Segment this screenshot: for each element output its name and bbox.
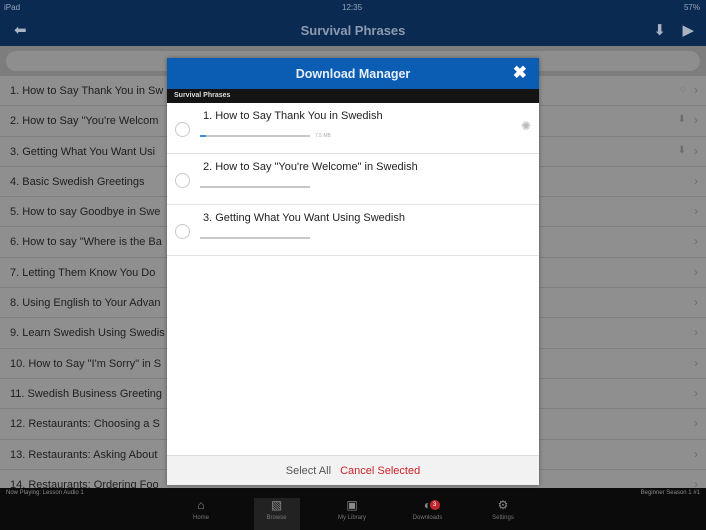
tab-label: Browse [266, 515, 287, 521]
modal-title: Download Manager [295, 67, 411, 81]
device-label: iPad [4, 3, 21, 12]
tab-label: Home [192, 515, 209, 521]
clock: 12:35 [342, 3, 363, 12]
list-item-label: 7. Letting Them Know You Do [10, 266, 156, 279]
spinner-icon: ✺ [520, 119, 531, 133]
battery: 57% [683, 3, 700, 12]
chevron-right-icon: › [694, 234, 698, 249]
chevron-right-icon: › [694, 325, 698, 340]
chevron-right-icon: › [694, 113, 698, 128]
tab-label: My Library [337, 515, 366, 521]
chevron-right-icon: › [694, 173, 698, 188]
chevron-right-icon: › [694, 446, 698, 461]
list-item-label: 12. Restaurants: Choosing a S [10, 418, 160, 431]
list-item-label: 11. Swedish Business Greeting [10, 387, 163, 400]
download-status-icon: ⬇ [677, 144, 686, 156]
list-item-label: 4. Basic Swedish Greetings [10, 175, 145, 188]
tab-settings[interactable]: ⚙ Settings [480, 498, 526, 530]
downloads-badge: 3 [429, 500, 440, 510]
download-item[interactable]: 2. How to Say "You're Welcome" in Swedis… [167, 154, 539, 205]
browse-icon: ▧ [270, 498, 283, 512]
list-item-label: 2. How to Say "You're Welcom [10, 115, 159, 128]
chevron-right-icon: › [694, 83, 698, 97]
cancel-selected-button[interactable]: Cancel Selected [340, 465, 420, 477]
progress-bar [200, 186, 310, 188]
chevron-right-icon: › [694, 264, 698, 279]
download-manager-modal: Download Manager ✖ Survival Phrases 1. H… [167, 58, 539, 485]
list-item-label: 3. Getting What You Want Usi [10, 145, 156, 158]
home-icon: ⌂ [197, 498, 205, 512]
tab-label: Downloads [412, 515, 443, 521]
list-item-label: 8. Using English to Your Advan [10, 297, 161, 310]
chevron-right-icon: › [694, 385, 698, 400]
downloads-icon: ◐ [423, 498, 432, 512]
status-bar: iPad 12:35 57% [0, 0, 706, 14]
progress-bar [200, 135, 310, 137]
section-header: Survival Phrases [167, 89, 539, 103]
tab-browse[interactable]: ▧ Browse [253, 498, 300, 530]
gear-icon: ⚙ [497, 498, 509, 512]
modal-header: Download Manager ✖ [167, 58, 539, 89]
player-bar: Now Playing: Lesson Audio 1 Beginner Sea… [0, 488, 706, 530]
library-icon: ▣ [346, 498, 358, 512]
download-item[interactable]: 1. How to Say Thank You in Swedish 7.5 MB… [167, 103, 539, 154]
tab-downloads[interactable]: ◐ Downloads 3 [405, 498, 451, 530]
download-item[interactable]: 3. Getting What You Want Using Swedish [167, 205, 539, 256]
page-title: Survival Phrases [300, 23, 406, 38]
chevron-right-icon: › [694, 204, 698, 219]
play-icon[interactable]: ▶ [682, 21, 694, 39]
list-item-label: 1. How to Say Thank You in Sw [10, 85, 164, 97]
progress-bar [200, 237, 310, 239]
now-playing[interactable]: Now Playing: Lesson Audio 1 [6, 490, 84, 496]
select-radio[interactable] [175, 224, 190, 239]
list-item-label: 13. Restaurants: Asking About [10, 448, 158, 461]
download-status-icon: ⬇ [677, 114, 686, 126]
chevron-right-icon: › [694, 295, 698, 310]
spinner-icon: ◌ [680, 84, 686, 95]
file-size: 7.5 MB [315, 133, 331, 139]
season-label: Beginner Season 1 #1 [640, 490, 700, 496]
download-item-title: 3. Getting What You Want Using Swedish [203, 212, 405, 224]
tab-label: Settings [492, 515, 514, 521]
modal-footer: Select All Cancel Selected [167, 455, 539, 485]
download-icon[interactable]: ⬇ [653, 21, 666, 39]
list-item-label: 5. How to say Goodbye in Swe [10, 206, 161, 219]
select-radio[interactable] [175, 122, 190, 137]
chevron-right-icon: › [694, 416, 698, 431]
list-item-label: 10. How to Say "I'm Sorry" in S [10, 357, 162, 370]
download-item-title: 2. How to Say "You're Welcome" in Swedis… [203, 161, 418, 173]
list-item-label: 9. Learn Swedish Using Swedis [10, 327, 165, 340]
download-item-title: 1. How to Say Thank You in Swedish [203, 110, 383, 122]
chevron-right-icon: › [694, 355, 698, 370]
select-radio[interactable] [175, 173, 190, 188]
select-all-button[interactable]: Select All [286, 465, 331, 477]
nav-bar: ⬅ Survival Phrases ⬇ ▶ [0, 14, 706, 46]
chevron-right-icon: › [694, 143, 698, 158]
list-item-label: 6. How to say "Where is the Ba [10, 236, 162, 249]
close-icon[interactable]: ✖ [513, 63, 527, 83]
tab-my-library[interactable]: ▣ My Library [329, 498, 375, 530]
tab-home[interactable]: ⌂ Home [178, 498, 224, 530]
